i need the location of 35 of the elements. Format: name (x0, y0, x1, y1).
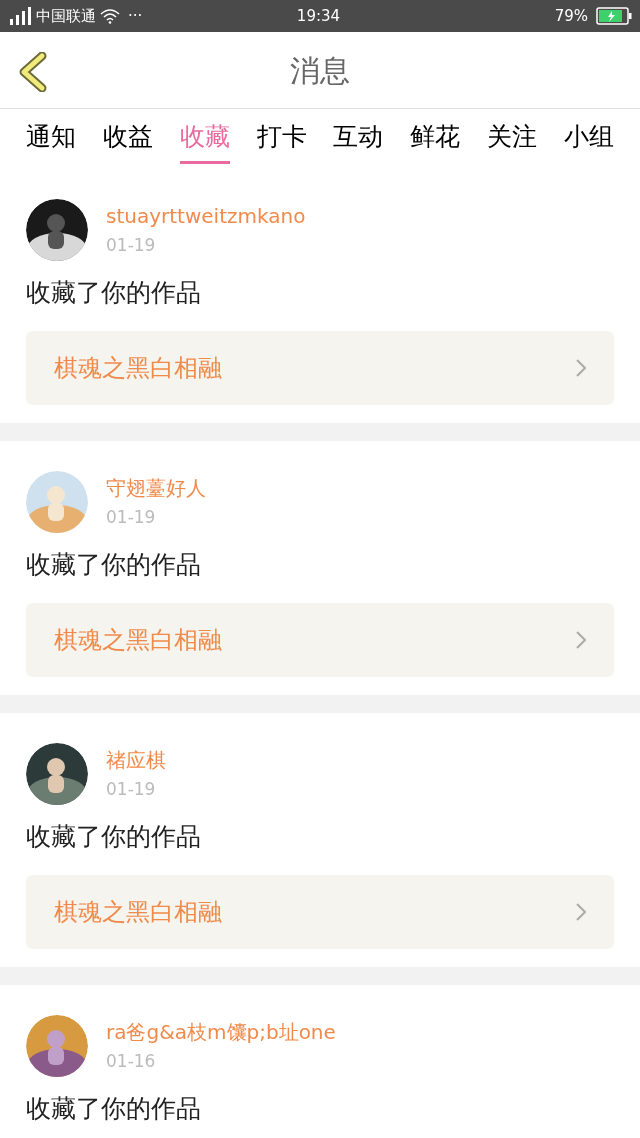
chevron-right-icon (576, 631, 586, 649)
message-text: 收藏了你的作品 (26, 821, 202, 853)
chevron-right-icon (576, 903, 586, 921)
work-link[interactable]: 棋魂之黑白相融 (26, 603, 614, 677)
work-link[interactable]: 棋魂之黑白相融 (26, 331, 614, 405)
tab[interactable]: 收藏 (179, 121, 230, 164)
tab[interactable]: 互动 (333, 121, 384, 164)
signal-icon (8, 7, 32, 25)
tab[interactable]: 收益 (102, 121, 153, 164)
message-date: 01-19 (106, 778, 157, 802)
message-text: 收藏了你的作品 (26, 277, 202, 309)
page-title: 消息 (290, 51, 350, 90)
more-indicator: ··· (128, 5, 143, 27)
tab[interactable]: 鲜花 (410, 121, 461, 164)
battery-percent: 79% (554, 5, 588, 27)
message-text: 收藏了你的作品 (26, 549, 202, 581)
carrier-name: 中国联通 (36, 5, 96, 27)
user-name[interactable]: 守翅薹好人 (106, 473, 206, 504)
battery-charging-icon (596, 7, 632, 25)
message-text: 收藏了你的作品 (26, 1093, 202, 1125)
tab[interactable]: 打卡 (256, 121, 307, 164)
user-name[interactable]: 禇应棋 (106, 745, 166, 776)
back-chevron-icon (18, 52, 48, 92)
work-link[interactable]: 棋魂之黑白相融 (26, 875, 614, 949)
message-date: 01-19 (106, 234, 157, 258)
tab[interactable]: 通知 (26, 121, 76, 164)
clock-time: 19:34 (295, 5, 342, 27)
wifi-icon (100, 8, 120, 24)
user-name[interactable]: stuayrttweitzmkano (106, 201, 306, 232)
tab[interactable]: 小组 (563, 121, 614, 164)
message-date: 01-16 (106, 1050, 157, 1074)
user-name[interactable]: ra爸g&a枝m馕p;b址one (106, 1017, 336, 1048)
tab[interactable]: 关注 (487, 121, 538, 164)
chevron-right-icon (576, 359, 586, 377)
message-date: 01-19 (106, 506, 157, 530)
